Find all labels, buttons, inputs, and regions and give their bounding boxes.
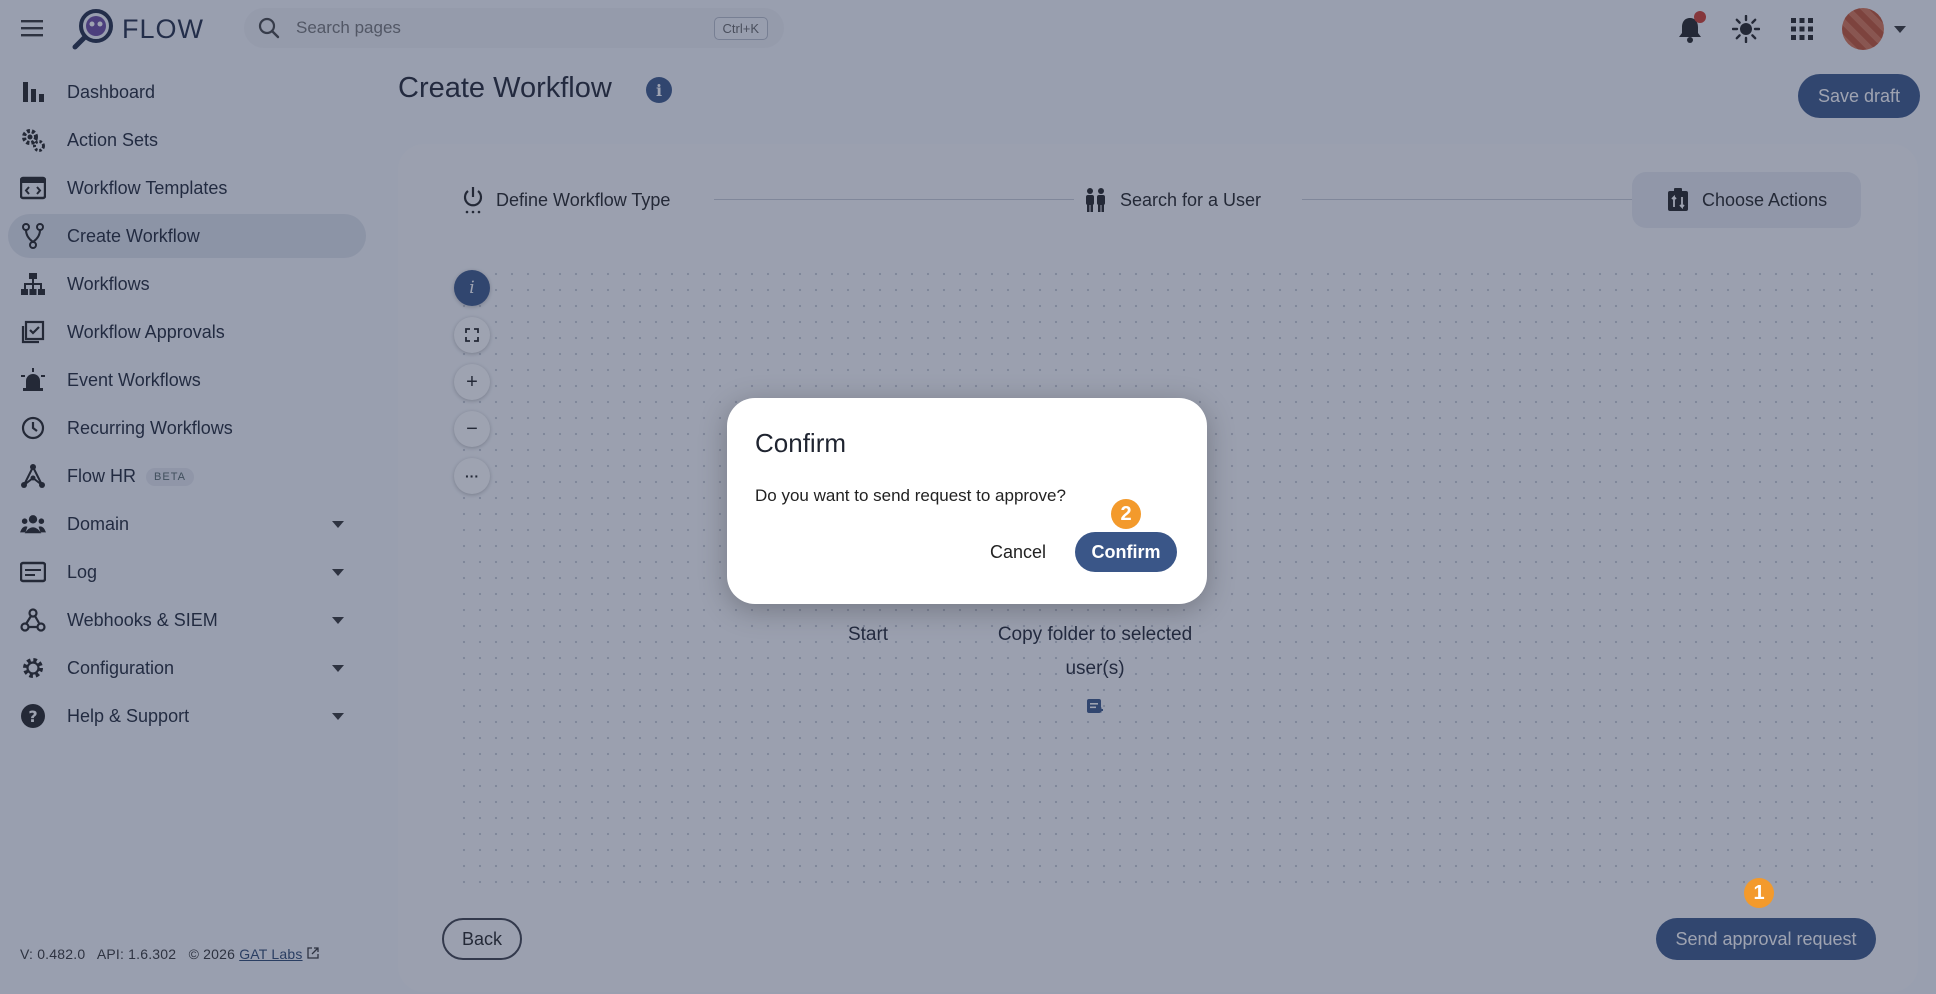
cancel-button[interactable]: Cancel	[977, 532, 1059, 572]
dialog-title: Confirm	[755, 428, 847, 458]
step-badge-2: 2	[1111, 499, 1141, 529]
step-badge-1: 1	[1744, 878, 1774, 908]
confirm-button[interactable]: Confirm	[1075, 532, 1177, 572]
dialog-message: Do you want to send request to approve?	[755, 486, 1066, 505]
